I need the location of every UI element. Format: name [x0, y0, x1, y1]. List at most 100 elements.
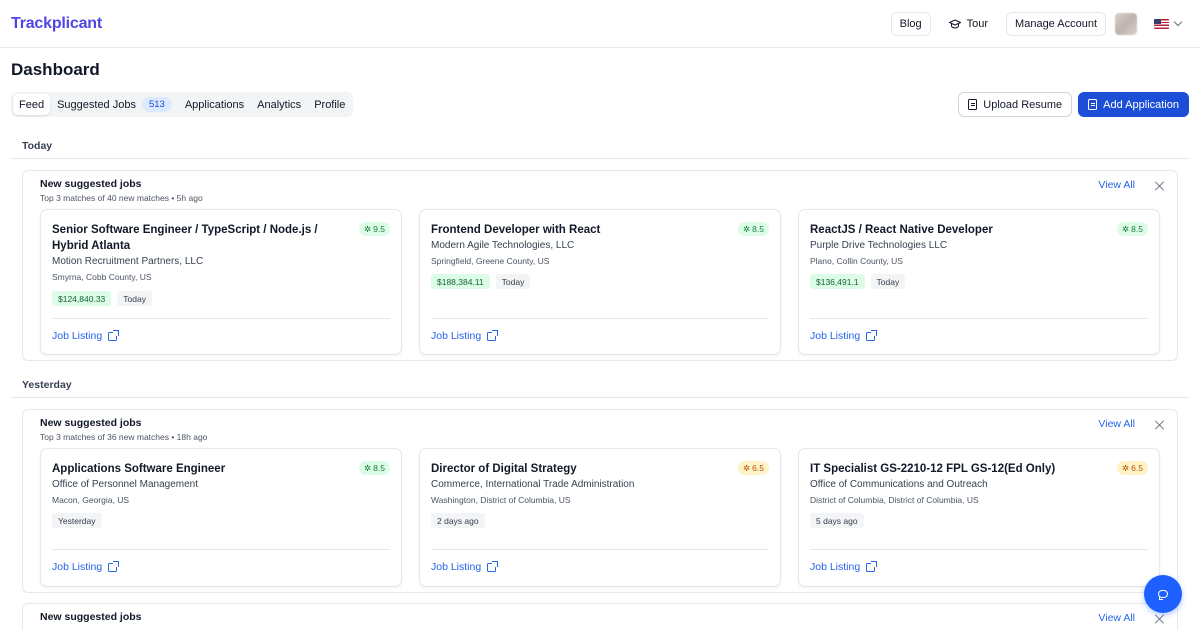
- external-link-icon: [866, 329, 878, 341]
- blog-button[interactable]: Blog: [890, 11, 931, 36]
- match-score-badge: ✲ 8.5: [738, 222, 769, 236]
- tab-feed[interactable]: Feed: [13, 94, 51, 115]
- external-link-icon: [108, 329, 120, 341]
- page-title: Dashboard: [11, 60, 100, 79]
- company-name: Office of Communications and Outreach: [810, 479, 988, 490]
- external-link-icon: [487, 329, 499, 341]
- view-all-link[interactable]: View All: [1098, 418, 1135, 430]
- divider: [431, 549, 769, 550]
- job-listing-label: Job Listing: [431, 330, 482, 342]
- company-name: Office of Personnel Management: [52, 479, 199, 490]
- job-card[interactable]: ReactJS / React Native Developer ✲ 8.5 Pu…: [798, 209, 1160, 355]
- job-location: Washington, District of Columbia, US: [431, 495, 571, 505]
- navbar-actions: Blog Tour Manage Account: [890, 11, 1189, 36]
- sparkle-icon: ✲: [1122, 462, 1130, 473]
- group-subtitle: Top 3 matches of 36 new matches • 18h ag…: [40, 432, 208, 442]
- tab-analytics[interactable]: Analytics: [251, 94, 307, 115]
- job-location: Plano, Collin County, US: [810, 256, 903, 266]
- add-application-button[interactable]: Add Application: [1078, 92, 1189, 117]
- us-flag-icon: [1154, 18, 1169, 29]
- posted-chip: Yesterday: [52, 513, 102, 528]
- job-title: Director of Digital Strategy: [431, 463, 577, 475]
- job-title: Applications Software Engineer: [52, 463, 226, 475]
- score-value: 6.5: [752, 463, 764, 473]
- job-listing-label: Job Listing: [52, 330, 103, 342]
- group-subtitle: Top 3 matches of 40 new matches • 5h ago: [40, 193, 203, 203]
- close-icon[interactable]: [1154, 181, 1164, 191]
- job-chips: $188,384.11 Today: [431, 274, 531, 289]
- manage-account-button[interactable]: Manage Account: [1006, 11, 1106, 36]
- view-all-link[interactable]: View All: [1098, 612, 1135, 624]
- score-value: 6.5: [1131, 463, 1143, 473]
- close-icon[interactable]: [1154, 420, 1164, 430]
- job-card[interactable]: Applications Software Engineer ✲ 8.5 Offi…: [40, 448, 402, 587]
- company-name: Modern Agile Technologies, LLC: [431, 240, 575, 251]
- score-value: 8.5: [1131, 224, 1143, 234]
- match-score-badge: ✲ 9.5: [359, 222, 390, 236]
- salary-chip: $124,840.33: [52, 291, 112, 306]
- group-title: New suggested jobs: [40, 178, 142, 190]
- salary-chip: $136,491.1: [810, 274, 865, 289]
- tab-profile[interactable]: Profile: [308, 94, 351, 115]
- tab-label: Profile: [314, 98, 346, 111]
- job-card[interactable]: Senior Software Engineer / TypeScript / …: [40, 209, 402, 355]
- job-listing-label: Job Listing: [52, 561, 103, 573]
- group-title: New suggested jobs: [40, 417, 142, 429]
- day-header-yesterday: Yesterday: [11, 372, 1189, 398]
- chat-icon: [1158, 590, 1168, 600]
- score-value: 8.5: [752, 224, 764, 234]
- job-card[interactable]: Frontend Developer with React ✲ 8.5 Moder…: [419, 209, 781, 355]
- close-icon[interactable]: [1154, 614, 1164, 624]
- tab-label: Analytics: [257, 98, 302, 111]
- job-card[interactable]: IT Specialist GS-2210-12 FPL GS-12(Ed On…: [798, 448, 1160, 587]
- job-listing-link[interactable]: Job Listing: [431, 329, 499, 342]
- tour-button[interactable]: Tour: [939, 11, 998, 36]
- add-application-label: Add Application: [1103, 98, 1179, 111]
- job-listing-link[interactable]: Job Listing: [52, 560, 120, 573]
- job-title: ReactJS / React Native Developer: [810, 224, 993, 236]
- job-card[interactable]: Director of Digital Strategy ✲ 6.5 Commer…: [419, 448, 781, 587]
- job-listing-link[interactable]: Job Listing: [52, 329, 120, 342]
- job-location: Macon, Georgia, US: [52, 495, 130, 505]
- job-listing-link[interactable]: Job Listing: [431, 560, 499, 573]
- suggested-jobs-group: New suggested jobs View All: [22, 603, 1178, 630]
- posted-chip: 2 days ago: [431, 513, 485, 528]
- job-listing-label: Job Listing: [810, 330, 861, 342]
- tab-suggested-jobs[interactable]: Suggested Jobs 513: [51, 94, 178, 115]
- user-avatar[interactable]: [1115, 12, 1137, 35]
- job-chips: 5 days ago: [810, 513, 864, 528]
- job-chips: $124,840.33 Today: [52, 291, 152, 306]
- posted-chip: 5 days ago: [810, 513, 864, 528]
- job-listing-link[interactable]: Job Listing: [810, 329, 878, 342]
- sparkle-icon: ✲: [364, 223, 372, 234]
- job-listing-link[interactable]: Job Listing: [810, 560, 878, 573]
- dashboard-tabs: Feed Suggested Jobs 513 Applications Ana…: [11, 92, 354, 117]
- view-all-link[interactable]: View All: [1098, 179, 1135, 191]
- external-link-icon: [487, 560, 499, 572]
- posted-chip: Today: [870, 274, 906, 289]
- document-icon: [968, 99, 978, 110]
- company-name: Motion Recruitment Partners, LLC: [52, 256, 204, 267]
- divider: [810, 549, 1148, 550]
- language-selector[interactable]: [1146, 12, 1189, 36]
- chat-button[interactable]: [1144, 575, 1182, 613]
- job-title: Frontend Developer with React: [431, 224, 601, 236]
- job-listing-label: Job Listing: [810, 561, 861, 573]
- job-chips: Yesterday: [52, 513, 102, 528]
- top-navbar: Trackplicant Blog Tour Manage Account: [0, 0, 1200, 48]
- group-title: New suggested jobs: [40, 611, 142, 623]
- upload-resume-button[interactable]: Upload Resume: [958, 92, 1073, 117]
- posted-chip: Today: [117, 291, 152, 306]
- brand-logo[interactable]: Trackplicant: [11, 15, 102, 33]
- job-chips: 2 days ago: [431, 513, 485, 528]
- sparkle-icon: ✲: [743, 223, 751, 234]
- sparkle-icon: ✲: [1122, 223, 1130, 234]
- match-score-badge: ✲ 8.5: [1117, 222, 1148, 236]
- page-actions: Upload Resume Add Application: [958, 92, 1189, 117]
- posted-chip: Today: [495, 274, 531, 289]
- upload-resume-label: Upload Resume: [983, 98, 1063, 111]
- score-value: 8.5: [373, 463, 385, 473]
- match-score-badge: ✲ 6.5: [738, 461, 769, 475]
- score-value: 9.5: [373, 224, 385, 234]
- tab-applications[interactable]: Applications: [179, 94, 250, 115]
